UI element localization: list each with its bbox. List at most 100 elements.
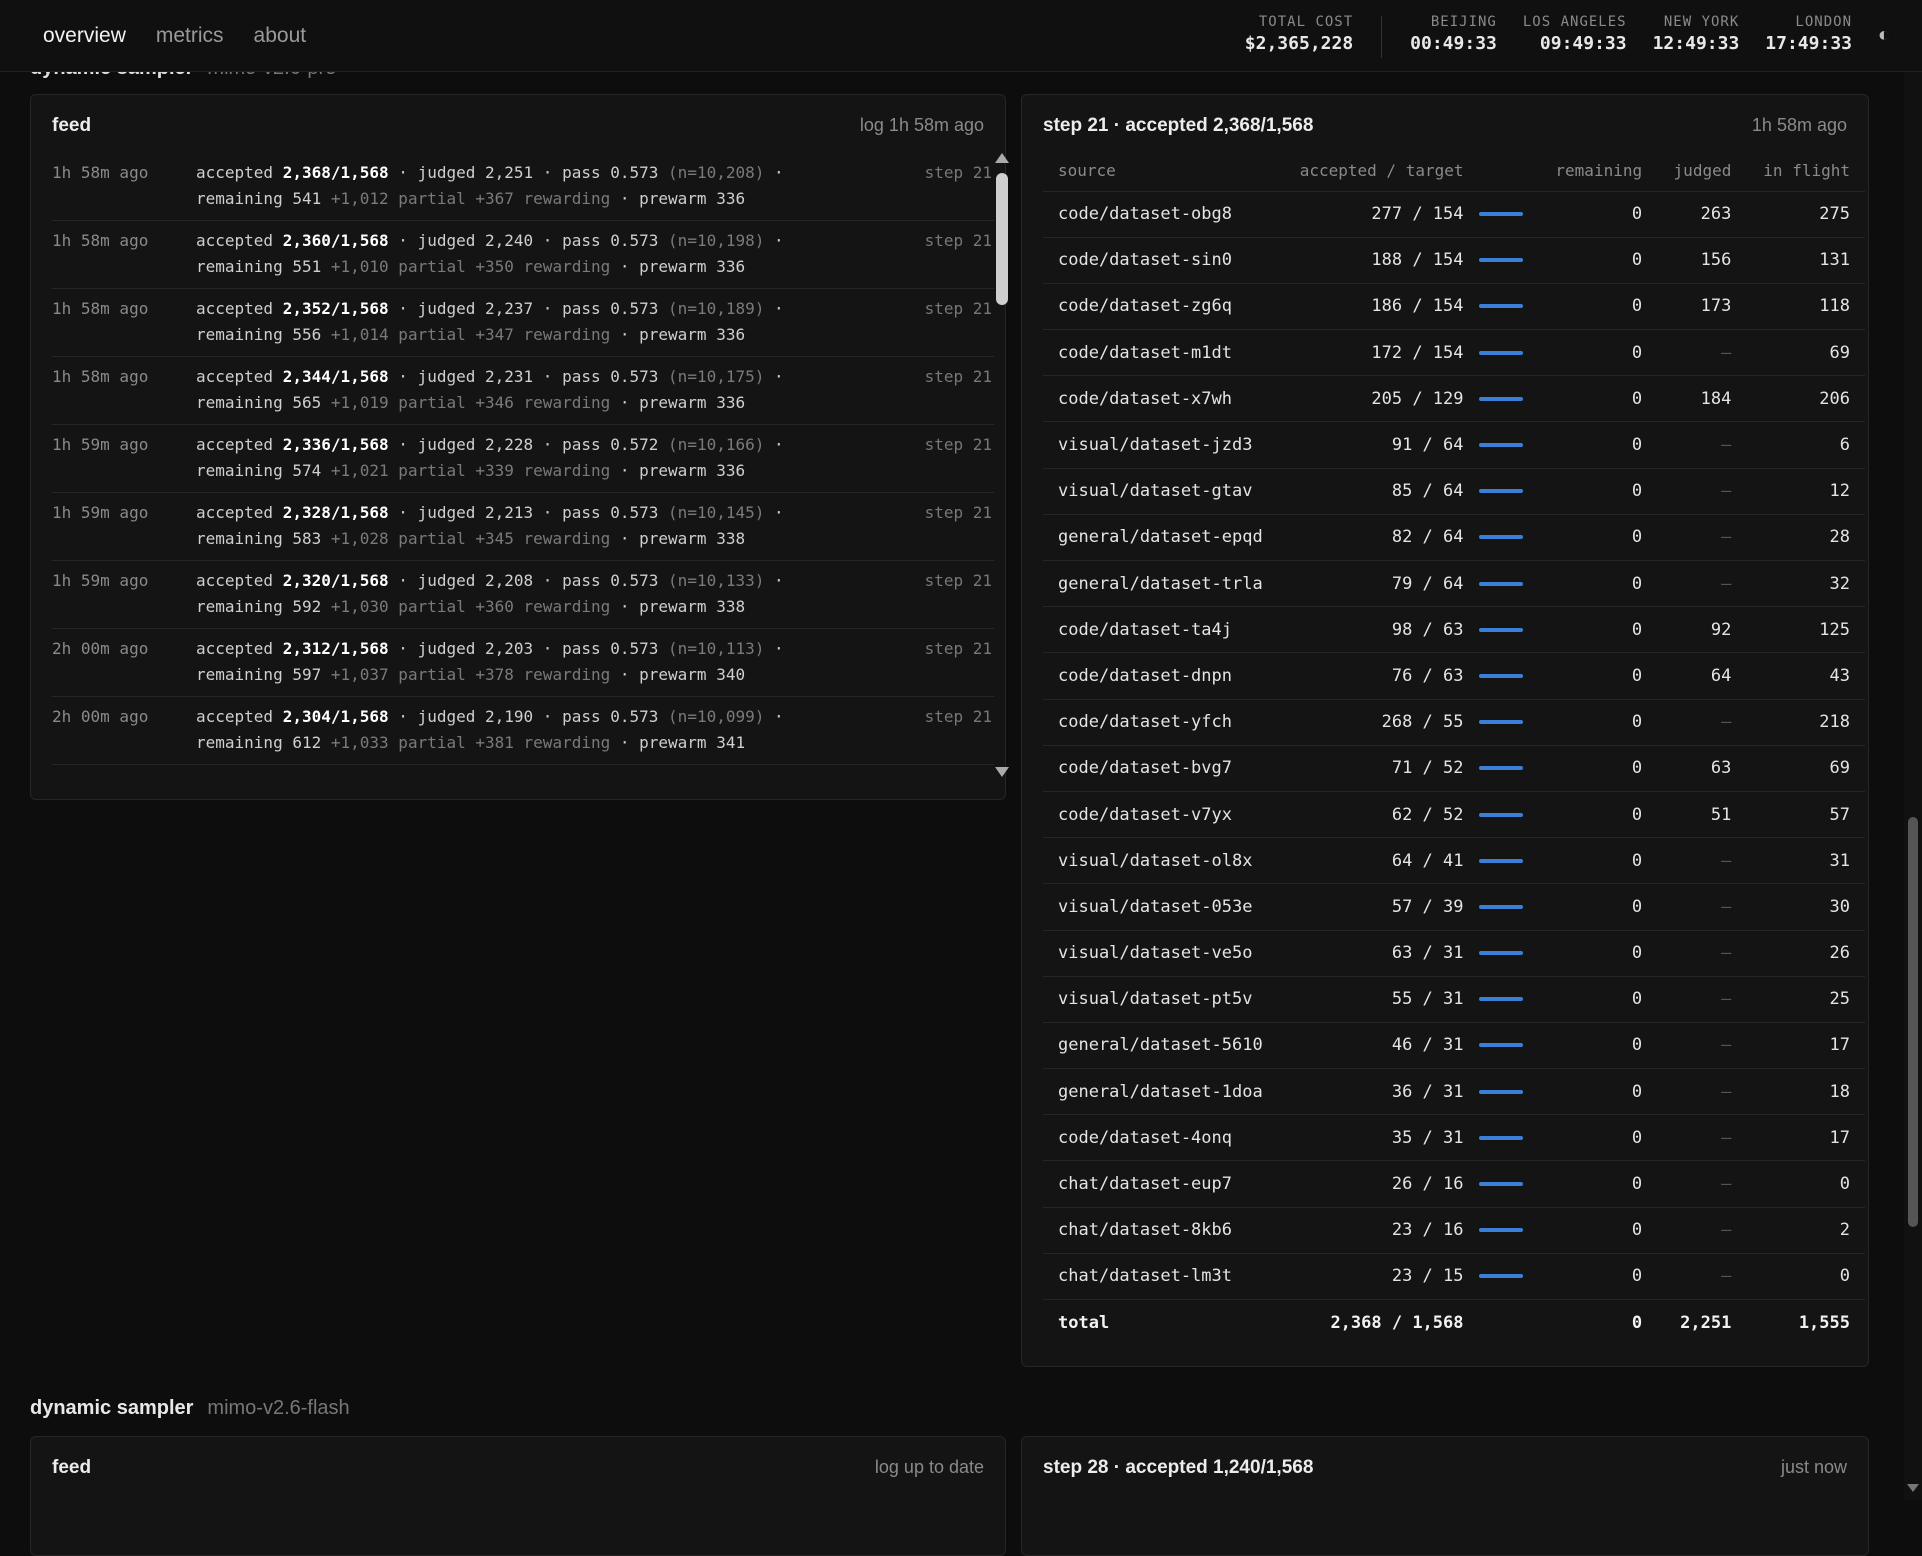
row-accepted-target: 85 / 64 — [1281, 468, 1479, 515]
feed-line-1: accepted 2,312/1,568 · judged 2,203 · pa… — [196, 639, 784, 658]
feed-step: step 21 — [924, 367, 992, 386]
row-progress-bar — [1478, 421, 1539, 469]
step-title: step 21 · accepted 2,368/1,568 — [1043, 115, 1314, 136]
row-remaining: 0 — [1538, 560, 1658, 608]
feed-remaining: 597 — [292, 665, 322, 684]
table-row: code/dataset-x7wh 205 / 129 0 184 206 — [1043, 375, 1865, 423]
row-accepted-target: 82 / 64 — [1281, 514, 1479, 562]
row-in-flight: 17 — [1746, 1114, 1865, 1162]
feed-header: feed log 1h 58m ago — [52, 115, 984, 137]
nav-overview[interactable]: overview — [43, 24, 126, 48]
feed-pass: 0.573 — [610, 367, 659, 386]
row-judged: – — [1657, 1207, 1747, 1254]
row-progress-bar — [1478, 283, 1539, 331]
row-remaining: 0 — [1538, 1068, 1658, 1116]
table-row: code/dataset-obg8 277 / 154 0 263 275 — [1043, 191, 1865, 238]
row-remaining: 0 — [1538, 837, 1658, 885]
feed-row: 1h 58m ago accepted 2,368/1,568 · judged … — [52, 153, 994, 221]
clock-los-angeles: LOS ANGELES 09:49:33 — [1523, 14, 1627, 54]
feed-accepted: 2,344/1,568 — [282, 367, 389, 386]
row-progress-bar — [1478, 930, 1539, 977]
scroll-thumb[interactable] — [996, 173, 1008, 305]
nav-metrics[interactable]: metrics — [156, 24, 224, 48]
progress-fill — [1478, 535, 1523, 540]
feed-list[interactable]: 1h 58m ago accepted 2,368/1,568 · judged … — [52, 153, 994, 773]
row-accepted-target: 172 / 154 — [1281, 329, 1479, 377]
feed-partial: +1,014 partial +347 rewarding — [330, 325, 611, 344]
row-in-flight: 206 — [1746, 375, 1865, 423]
feed-remaining: 565 — [292, 393, 322, 412]
row-accepted-target: 91 / 64 — [1281, 421, 1479, 469]
section-model: mimo-v2.6-flash — [207, 1397, 350, 1419]
feed-step: step 21 — [924, 571, 992, 590]
feed-time: 1h 58m ago — [52, 163, 149, 182]
clock-time: 17:49:33 — [1765, 33, 1852, 54]
row-progress-bar — [1478, 329, 1539, 377]
progress-fill — [1478, 720, 1523, 725]
row-in-flight: 2 — [1746, 1207, 1865, 1254]
feed-scrollbar[interactable] — [993, 153, 1009, 777]
step-title: step 28 · accepted 1,240/1,568 — [1043, 1457, 1314, 1478]
table-row: code/dataset-v7yx 62 / 52 0 51 57 — [1043, 791, 1865, 839]
row-progress-bar — [1478, 699, 1539, 746]
row-accepted-target: 35 / 31 — [1281, 1114, 1479, 1162]
page-scroll-down-icon[interactable] — [1907, 1484, 1919, 1492]
clock-label: LONDON — [1795, 14, 1852, 30]
row-accepted-target: 36 / 31 — [1281, 1068, 1479, 1116]
col-accepted-target: accepted / target — [1281, 151, 1479, 192]
feed-partial: +1,028 partial +345 rewarding — [330, 529, 611, 548]
section-heading-flash: dynamic sampler mimo-v2.6-flash — [30, 1397, 350, 1420]
feed-row: 2h 00m ago accepted 2,312/1,568 · judged … — [52, 629, 994, 697]
row-source: code/dataset-v7yx — [1043, 791, 1282, 839]
feed-line-2: remaining 565 +1,019 partial +346 reward… — [196, 393, 746, 412]
row-source: visual/dataset-ve5o — [1043, 930, 1282, 977]
header-divider — [1381, 16, 1383, 58]
row-judged: 263 — [1657, 191, 1747, 238]
step-header: step 21 · accepted 2,368/1,568 1h 58m ag… — [1043, 115, 1847, 137]
theme-toggle-icon[interactable]: ◐ — [1878, 24, 1890, 47]
feed-time: 1h 59m ago — [52, 571, 149, 590]
row-progress-bar — [1478, 1160, 1539, 1208]
feed-prewarm: 338 — [716, 597, 746, 616]
row-source: general/dataset-trla — [1043, 560, 1282, 608]
row-source: visual/dataset-jzd3 — [1043, 421, 1282, 469]
table-total-row: total 2,368 / 1,568 0 2,251 1,555 — [1043, 1299, 1865, 1346]
row-accepted-target: 268 / 55 — [1281, 699, 1479, 746]
row-remaining: 0 — [1538, 237, 1658, 284]
row-source: visual/dataset-gtav — [1043, 468, 1282, 515]
feed-time: 1h 58m ago — [52, 299, 149, 318]
total-bar-spacer — [1478, 1299, 1539, 1346]
feed-step: step 21 — [924, 435, 992, 454]
feed-n: (n=10,208) — [668, 163, 765, 182]
nav-about[interactable]: about — [254, 24, 307, 48]
progress-fill — [1478, 1228, 1523, 1233]
row-remaining: 0 — [1538, 375, 1658, 423]
clock-time: 09:49:33 — [1539, 33, 1627, 54]
progress-fill — [1478, 396, 1523, 401]
table-row: general/dataset-trla 79 / 64 0–32 — [1043, 560, 1865, 608]
page-scroll-thumb[interactable] — [1908, 817, 1918, 1227]
row-judged: – — [1657, 468, 1747, 515]
row-remaining: 0 — [1538, 1114, 1658, 1162]
progress-fill — [1478, 673, 1523, 678]
row-progress-bar — [1478, 514, 1539, 562]
feed-line-1: accepted 2,320/1,568 · judged 2,208 · pa… — [196, 571, 784, 590]
feed-line-2: remaining 612 +1,033 partial +381 reward… — [196, 733, 746, 752]
row-source: code/dataset-dnpn — [1043, 652, 1282, 700]
row-judged: – — [1657, 1068, 1747, 1116]
row-source: code/dataset-x7wh — [1043, 375, 1282, 423]
row-judged: – — [1657, 514, 1747, 562]
scroll-up-icon[interactable] — [995, 153, 1009, 163]
clock-label: LOS ANGELES — [1522, 14, 1627, 30]
header-stats: TOTAL COST $2,365,228 BEIJING 00:49:33 L… — [1217, 14, 1852, 58]
progress-fill — [1478, 581, 1523, 586]
row-remaining: 0 — [1538, 1022, 1658, 1070]
row-source: visual/dataset-053e — [1043, 883, 1282, 931]
feed-prewarm: 336 — [716, 461, 746, 480]
scroll-down-icon[interactable] — [995, 767, 1009, 777]
table-row: code/dataset-sin0 188 / 154 0 156 131 — [1043, 237, 1865, 284]
col-bar — [1478, 151, 1539, 192]
feed-remaining: 583 — [292, 529, 322, 548]
page-scrollbar[interactable] — [1904, 72, 1922, 1500]
feed-pass: 0.573 — [610, 503, 659, 522]
